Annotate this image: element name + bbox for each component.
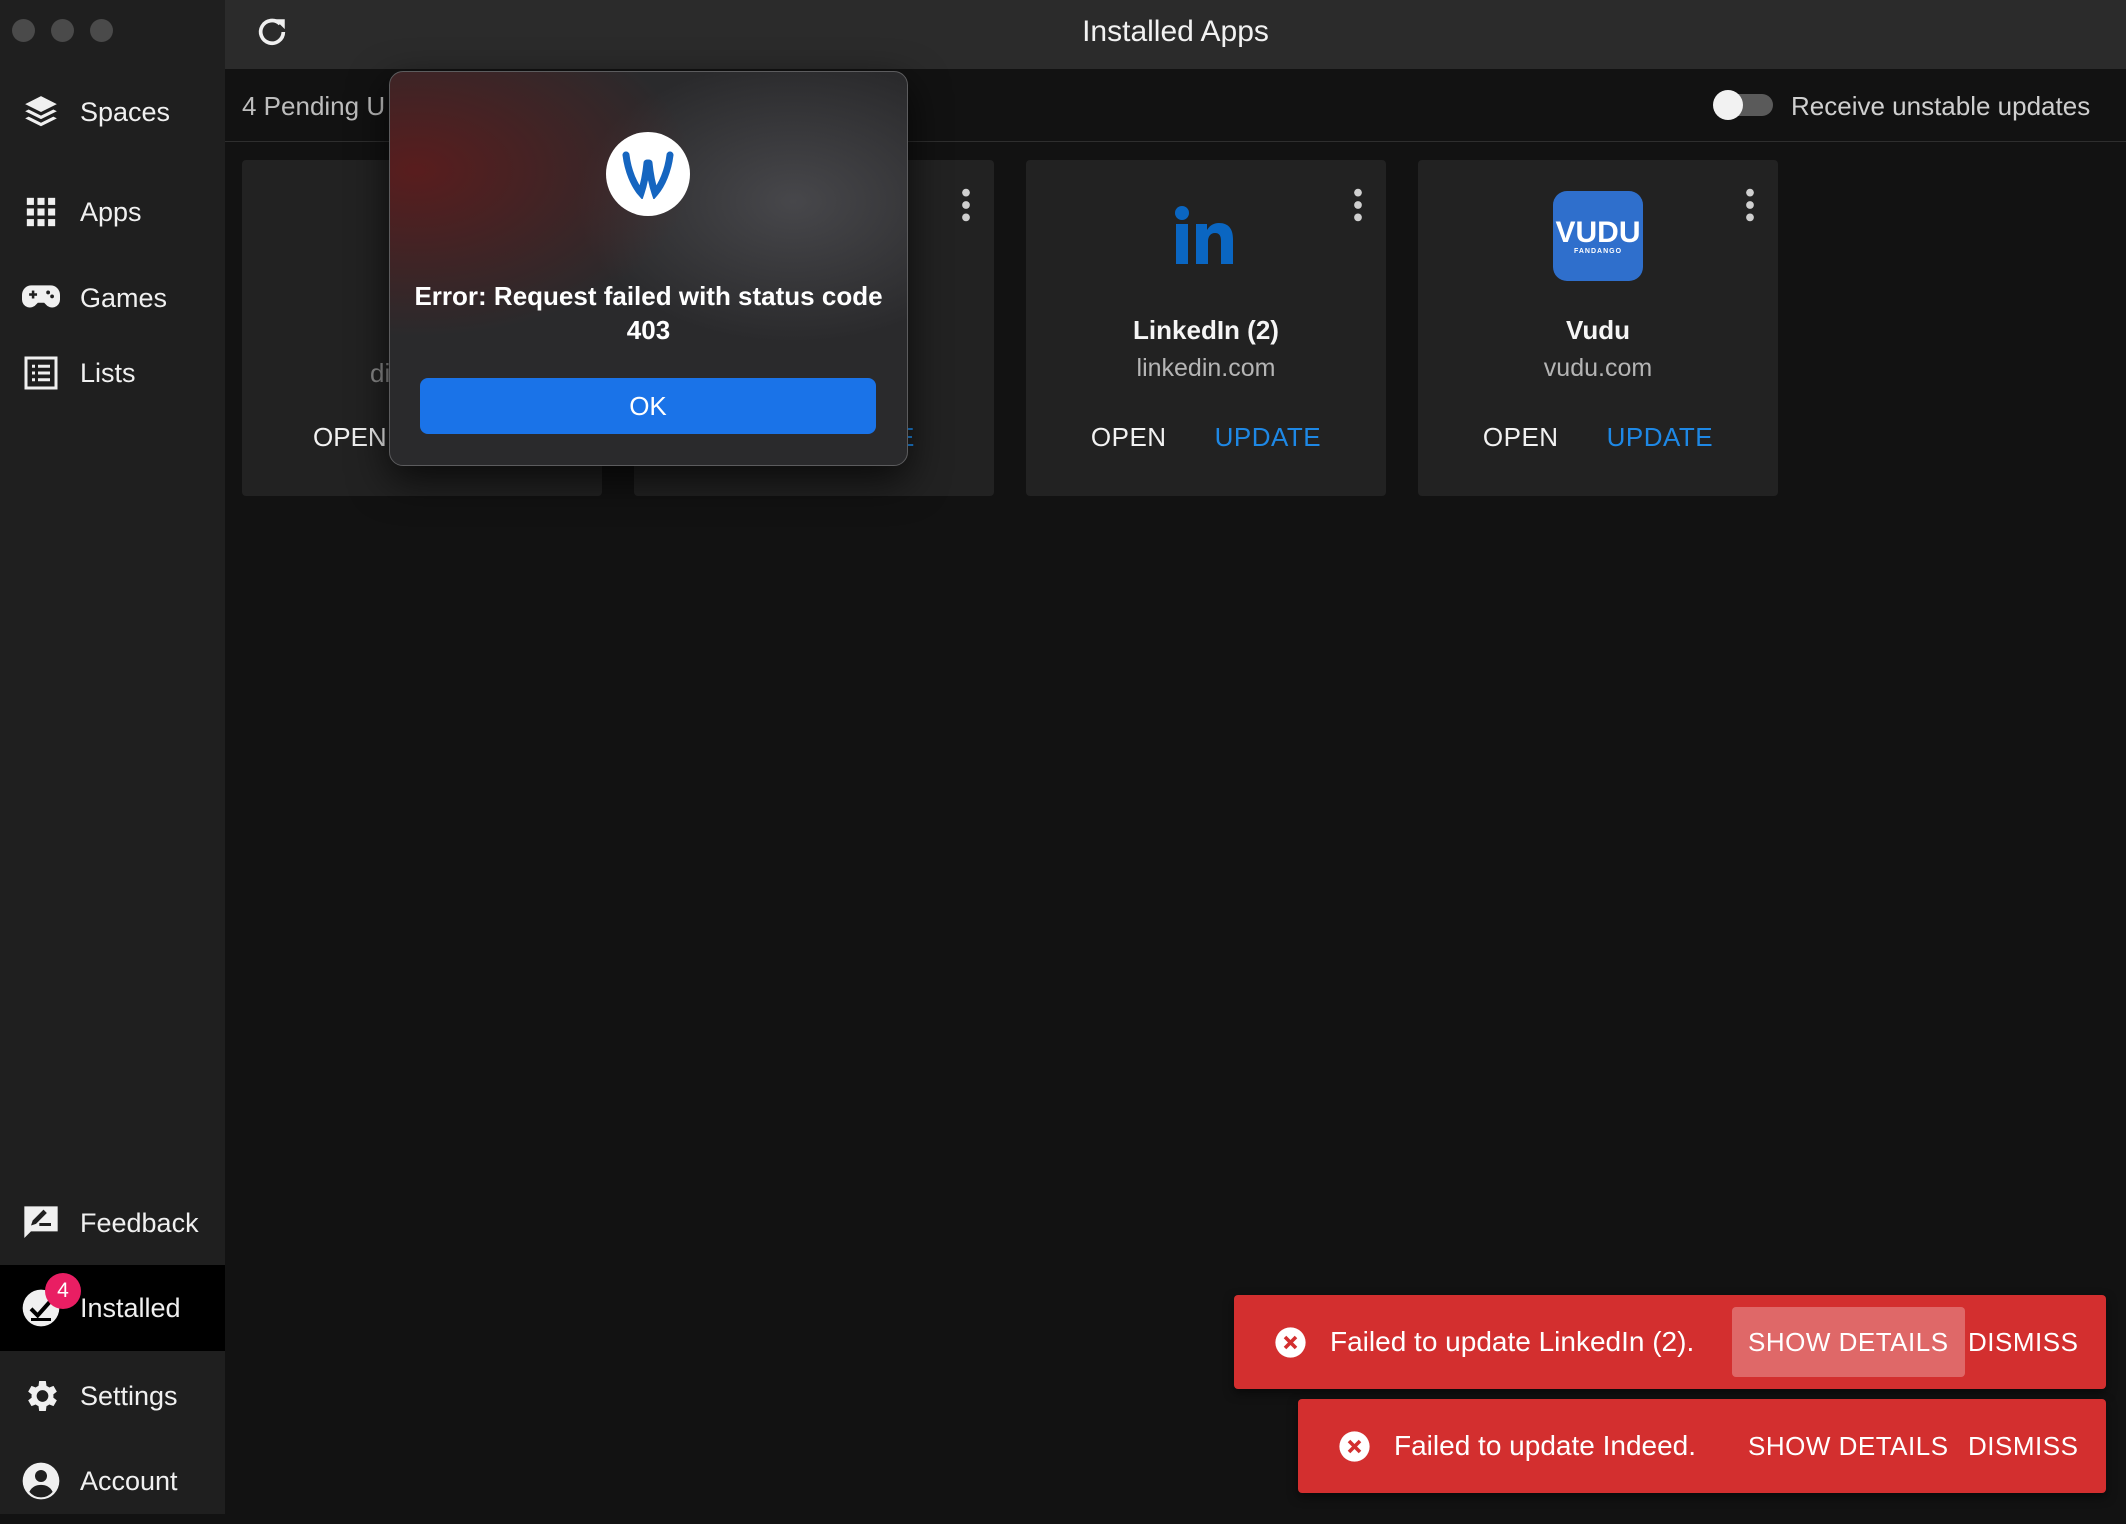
sidebar-item-spaces[interactable]: Spaces: [0, 69, 225, 155]
sidebar-item-lists[interactable]: Lists: [0, 330, 225, 416]
sidebar-item-account[interactable]: Account: [0, 1438, 225, 1524]
minimize-window-button[interactable]: [51, 19, 74, 42]
feedback-icon: [21, 1203, 61, 1243]
installed-count-badge: 4: [45, 1273, 81, 1309]
vudu-logo-subtext: FANDANGO: [1573, 247, 1623, 255]
error-icon: [1339, 1431, 1370, 1462]
app-domain: linkedin.com: [1136, 354, 1276, 382]
sidebar-item-installed[interactable]: 4 Installed: [0, 1265, 225, 1351]
close-window-button[interactable]: [12, 19, 35, 42]
vudu-logo-text: VUDU: [1555, 215, 1641, 249]
sidebar-item-label: Spaces: [80, 96, 171, 127]
sidebar-item-label: Feedback: [80, 1207, 199, 1238]
unstable-updates-label: Receive unstable updates: [1791, 91, 2091, 121]
title-bar: Installed Apps: [225, 0, 2126, 69]
sidebar-item-apps[interactable]: Apps: [0, 169, 225, 255]
ok-button[interactable]: OK: [420, 378, 876, 434]
error-dialog: Error: Request failed with status code 4…: [389, 71, 908, 466]
app-name: Vudu: [1565, 315, 1631, 345]
sidebar-item-label: Account: [80, 1465, 178, 1496]
error-snackbar: Failed to update Indeed. SHOW DETAILS DI…: [1298, 1399, 2106, 1493]
vudu-icon: VUDU FANDANGO: [1418, 186, 1778, 286]
snackbar-message: Failed to update LinkedIn (2).: [1330, 1326, 1695, 1357]
page-title: Installed Apps: [1082, 15, 1269, 48]
show-details-button[interactable]: SHOW DETAILS: [1732, 1307, 1965, 1377]
open-button[interactable]: OPEN: [313, 422, 387, 453]
show-details-button[interactable]: SHOW DETAILS: [1732, 1411, 1965, 1481]
sidebar: Spaces Apps Games Lists Feedback 4 Insta…: [0, 0, 225, 1514]
error-icon: [1275, 1327, 1306, 1358]
open-button[interactable]: OPEN: [1091, 422, 1167, 453]
error-message: Error: Request failed with status code 4…: [414, 281, 883, 345]
app-name: LinkedIn (2): [1133, 315, 1279, 345]
linkedin-icon: [1026, 186, 1386, 286]
open-button[interactable]: OPEN: [1483, 422, 1559, 453]
toggle-knob: [1713, 90, 1743, 120]
gear-icon: [21, 1376, 61, 1416]
zoom-window-button[interactable]: [90, 19, 113, 42]
unstable-updates-toggle[interactable]: [1713, 90, 1773, 120]
more-vert-icon[interactable]: [958, 188, 974, 222]
window-controls: [12, 19, 113, 42]
list-icon: [21, 353, 61, 393]
app-logo-icon: [606, 132, 690, 216]
sidebar-item-games[interactable]: Games: [0, 255, 225, 341]
app-domain: di: [370, 358, 391, 388]
sidebar-item-label: Settings: [80, 1380, 178, 1411]
dismiss-button[interactable]: DISMISS: [1968, 1295, 2078, 1389]
account-icon: [21, 1461, 61, 1501]
update-button[interactable]: UPDATE: [1215, 422, 1322, 453]
update-button[interactable]: UPDATE: [1607, 422, 1714, 453]
sidebar-item-label: Installed: [80, 1292, 181, 1323]
snackbar-message: Failed to update Indeed.: [1394, 1430, 1697, 1461]
sidebar-item-label: Apps: [80, 196, 142, 227]
error-snackbar: Failed to update LinkedIn (2). SHOW DETA…: [1234, 1295, 2106, 1389]
pending-updates-label: 4 Pending U: [242, 91, 386, 121]
app-card-vudu: VUDU FANDANGO Vudu vudu.com OPEN UPDATE: [1418, 160, 1778, 496]
gamepad-icon: [21, 278, 61, 318]
dismiss-button[interactable]: DISMISS: [1968, 1399, 2078, 1493]
sidebar-item-feedback[interactable]: Feedback: [0, 1180, 225, 1266]
app-card-linkedin: LinkedIn (2) linkedin.com OPEN UPDATE: [1026, 160, 1386, 496]
sidebar-item-settings[interactable]: Settings: [0, 1353, 225, 1439]
grid-icon: [21, 192, 61, 232]
app-domain: vudu.com: [1543, 354, 1653, 382]
sidebar-item-label: Games: [80, 282, 168, 313]
layers-icon: [21, 92, 61, 132]
sidebar-item-label: Lists: [80, 357, 136, 388]
